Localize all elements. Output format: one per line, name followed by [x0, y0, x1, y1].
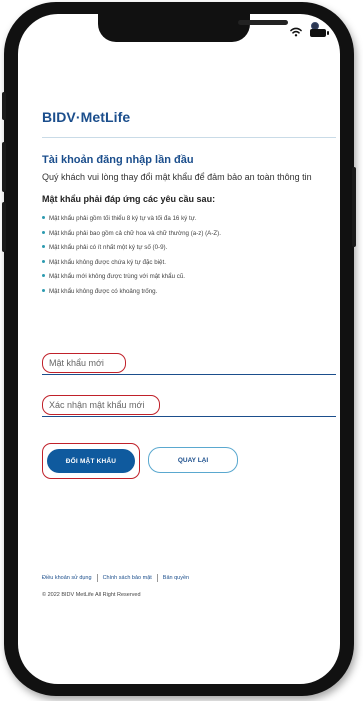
battery-icon — [310, 29, 329, 37]
phone-screen: BIDV·MetLife Tài khoản đăng nhập lần đầu… — [18, 14, 340, 684]
list-item: Mật khẩu phải có ít nhất một ký tự số (0… — [42, 244, 221, 259]
back-button[interactable]: QUAY LẠI — [148, 447, 238, 473]
terms-link[interactable]: Điều khoản sử dụng — [42, 575, 92, 581]
brand-logo: BIDV·MetLife — [42, 109, 131, 125]
volume-up-button — [2, 142, 6, 192]
notch — [98, 14, 319, 42]
list-item: Mật khẩu không được chứa ký tự đặc biệt. — [42, 259, 221, 274]
list-item: Mật khẩu không được có khoảng trống. — [42, 288, 221, 303]
bullet-icon — [42, 274, 45, 277]
mute-switch — [2, 92, 6, 120]
volume-down-button — [2, 202, 6, 252]
list-item: Mật khẩu phải gồm tối thiểu 8 ký tự và t… — [42, 215, 221, 230]
bullet-icon — [42, 259, 45, 263]
requirement-text: Mật khẩu không được có khoảng trống. — [49, 287, 158, 295]
requirement-text: Mật khẩu không được chứa ký tự đặc biệt. — [49, 258, 166, 266]
privacy-link[interactable]: Chính sách bảo mật — [103, 575, 152, 581]
bullet-icon — [42, 288, 45, 292]
speaker — [238, 20, 288, 25]
bullet-icon — [42, 230, 45, 234]
list-item: Mật khẩu mới không được trùng với mật kh… — [42, 273, 221, 288]
page-title: Tài khoản đăng nhập lần đầu — [42, 154, 194, 166]
separator — [96, 574, 98, 582]
confirm-password-field[interactable]: Xác nhận mật khẩu mới — [42, 395, 336, 417]
page-subtitle: Quý khách vui lòng thay đổi mật khẩu để … — [42, 172, 312, 182]
confirm-password-input[interactable]: Xác nhận mật khẩu mới — [42, 395, 160, 415]
power-button — [352, 167, 356, 247]
footer-links: Điều khoản sử dụng Chính sách bảo mật Bả… — [42, 574, 189, 582]
list-item: Mật khẩu phải bao gồm cả chữ hoa và chữ … — [42, 230, 221, 245]
field-underline — [42, 416, 336, 417]
copyright-link[interactable]: Bản quyền — [163, 575, 189, 581]
bullet-icon — [42, 216, 45, 219]
requirement-text: Mật khẩu mới không được trùng với mật kh… — [49, 273, 185, 280]
requirement-text: Mật khẩu phải có ít nhất một ký tự số (0… — [49, 244, 168, 251]
wifi-icon — [290, 24, 302, 42]
requirements-list: Mật khẩu phải gồm tối thiểu 8 ký tự và t… — [42, 215, 221, 302]
copyright-text: © 2022 BIDV MetLife All Right Reserved — [42, 592, 141, 598]
requirement-text: Mật khẩu phải gồm tối thiểu 8 ký tự và t… — [49, 215, 197, 222]
separator — [156, 574, 158, 582]
status-bar — [290, 24, 329, 42]
header-divider — [42, 137, 336, 138]
new-password-field[interactable]: Mật khẩu mới — [42, 353, 336, 375]
requirements-title: Mật khẩu phải đáp ứng các yêu cầu sau: — [42, 194, 216, 204]
field-underline — [42, 374, 336, 375]
bullet-icon — [42, 245, 45, 248]
change-password-button[interactable]: ĐỔI MẬT KHẨU — [47, 449, 135, 473]
phone-frame: BIDV·MetLife Tài khoản đăng nhập lần đầu… — [2, 2, 356, 696]
requirement-text: Mật khẩu phải bao gồm cả chữ hoa và chữ … — [49, 229, 221, 237]
new-password-input[interactable]: Mật khẩu mới — [42, 353, 126, 373]
submit-button-highlight: ĐỔI MẬT KHẨU — [42, 443, 140, 479]
